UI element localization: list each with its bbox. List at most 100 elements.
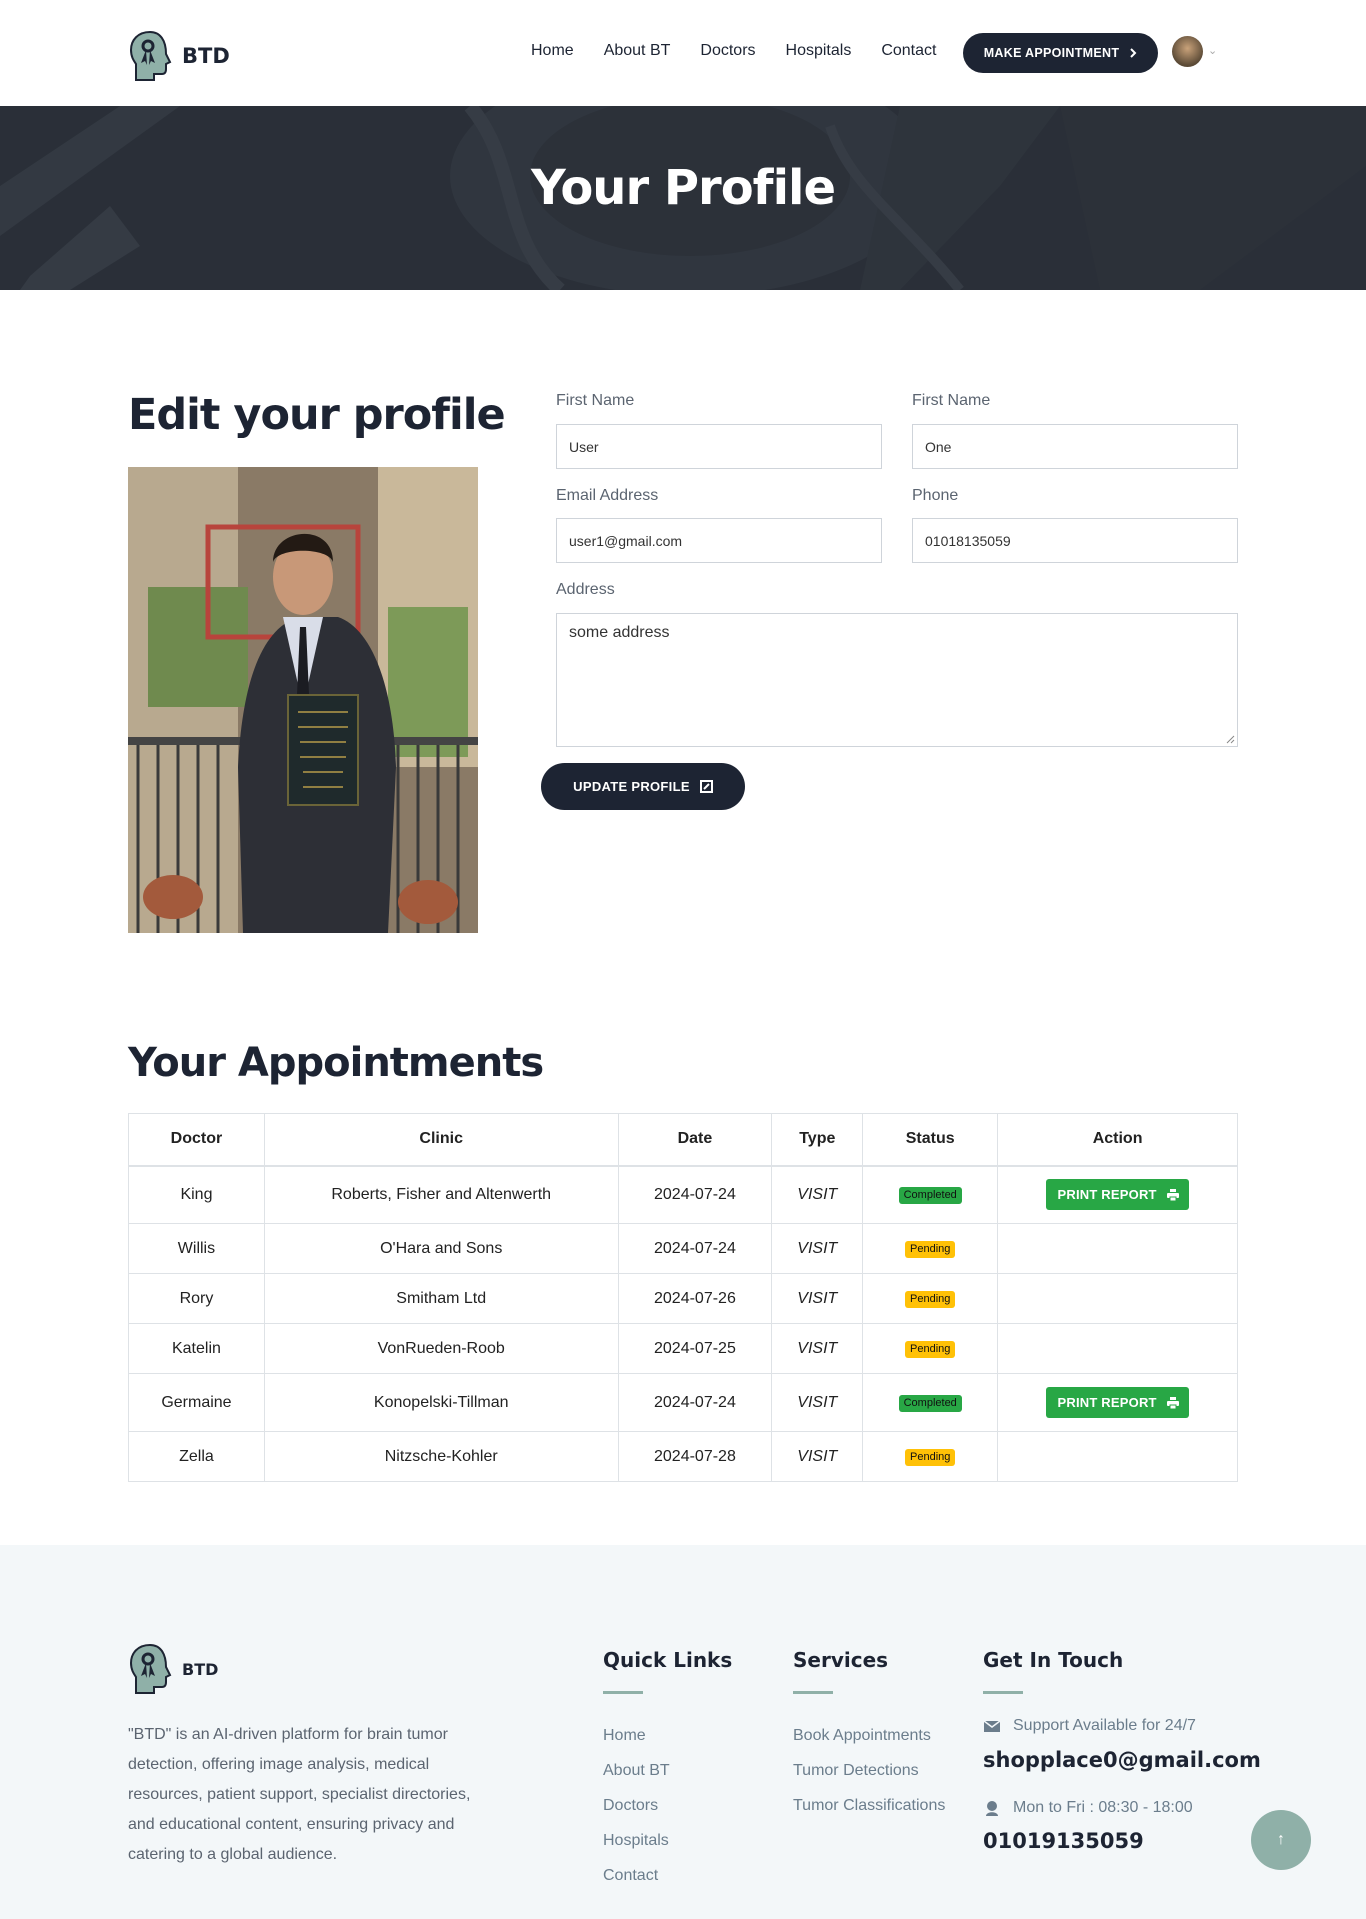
mail-icon [983,1719,1001,1732]
services-underline [793,1691,833,1694]
address-label: Address [556,581,615,598]
site-header: BTD Home About BT Doctors Hospitals Cont… [0,0,1366,106]
footer-link-doctors[interactable]: Doctors [603,1794,670,1817]
contact-email[interactable]: shopplace0@gmail.com [983,1748,1261,1772]
nav-hospitals[interactable]: Hospitals [786,42,852,60]
cell-doctor: King [128,1165,265,1224]
scroll-to-top-button[interactable]: ↑ [1251,1810,1311,1870]
phone-label: Phone [912,487,959,504]
printer-icon [1166,1188,1179,1201]
page-banner: Your Profile [0,106,1366,290]
cell-doctor: Rory [128,1273,265,1324]
chevron-right-icon [1130,48,1137,58]
hours-text: Mon to Fri : 08:30 - 18:00 [1013,1799,1193,1816]
footer-link-about[interactable]: About BT [603,1759,670,1782]
address-textarea[interactable]: some address [556,613,1238,747]
email-input[interactable]: user1@gmail.com [556,518,882,563]
first-name-input[interactable]: User [556,424,882,469]
print-report-label: PRINT REPORT [1057,1395,1157,1410]
phone-input[interactable]: 01018135059 [912,518,1238,563]
footer-brand-logo[interactable]: BTD [128,1643,218,1695]
main-nav: Home About BT Doctors Hospitals Contact [531,42,936,60]
column-header-action: Action [997,1113,1238,1167]
status-badge: Pending [905,1291,956,1308]
nav-doctors[interactable]: Doctors [700,42,755,60]
cell-type: VISIT [771,1165,864,1224]
footer-link-hospitals[interactable]: Hospitals [603,1829,670,1852]
footer-link-contact[interactable]: Contact [603,1864,670,1887]
update-profile-button[interactable]: UPDATE PROFILE [541,763,745,810]
print-report-button[interactable]: PRINT REPORT [1046,1179,1189,1211]
status-badge: Pending [905,1241,956,1258]
cell-action: PRINT REPORT [997,1373,1238,1432]
cell-doctor: Zella [128,1431,265,1482]
brand-logo[interactable]: BTD [128,30,230,82]
footer-link-home[interactable]: Home [603,1724,670,1747]
column-header-type: Type [771,1113,864,1167]
nav-contact[interactable]: Contact [881,42,936,60]
support-text: Support Available for 24/7 [1013,1717,1196,1734]
status-badge: Pending [905,1449,956,1466]
quick-links-underline [603,1691,643,1694]
table-row: Willis O'Hara and Sons 2024-07-24 VISIT … [128,1223,1238,1274]
column-header-date: Date [617,1113,773,1167]
contact-phone[interactable]: 01019135059 [983,1829,1144,1853]
arrow-up-icon: ↑ [1277,1831,1285,1848]
status-badge: Pending [905,1341,956,1358]
cell-date: 2024-07-25 [617,1323,773,1374]
cell-action [997,1223,1238,1274]
cell-date: 2024-07-28 [617,1431,773,1482]
user-avatar[interactable] [1172,36,1203,67]
nav-about[interactable]: About BT [604,42,671,60]
quick-links-title: Quick Links [603,1648,733,1672]
cell-type: VISIT [771,1273,864,1324]
cell-doctor: Katelin [128,1323,265,1374]
cell-doctor: Willis [128,1223,265,1274]
hours-line: Mon to Fri : 08:30 - 18:00 [983,1799,1193,1817]
printer-icon [1166,1396,1179,1409]
column-header-clinic: Clinic [263,1113,619,1167]
profile-photo [128,467,478,933]
services-list: Book Appointments Tumor Detections Tumor… [793,1724,945,1817]
headset-icon [986,1801,998,1816]
cell-date: 2024-07-26 [617,1273,773,1324]
cell-clinic: Smitham Ltd [263,1273,619,1324]
brain-ribbon-logo-icon [129,1643,172,1694]
address-value: some address [569,624,670,641]
table-row: Rory Smitham Ltd 2024-07-26 VISIT Pendin… [128,1273,1238,1324]
cell-date: 2024-07-24 [617,1373,773,1432]
status-badge: Completed [898,1395,962,1412]
first-name-label: First Name [556,392,635,409]
make-appointment-button[interactable]: MAKE APPOINTMENT [963,33,1158,73]
support-line: Support Available for 24/7 [983,1717,1196,1735]
services-title: Services [793,1648,889,1672]
appointments-heading: Your Appointments [128,1040,544,1086]
table-row: Germaine Konopelski-Tillman 2024-07-24 V… [128,1373,1238,1432]
resize-grip-icon[interactable] [1226,735,1235,744]
status-badge: Completed [898,1187,962,1205]
cell-date: 2024-07-24 [617,1223,773,1274]
footer-service-detections[interactable]: Tumor Detections [793,1759,945,1782]
cell-type: VISIT [771,1223,864,1274]
brain-ribbon-logo-icon [129,30,172,81]
cell-clinic: Nitzsche-Kohler [263,1431,619,1482]
print-report-label: PRINT REPORT [1057,1187,1157,1203]
cell-clinic: O'Hara and Sons [263,1223,619,1274]
cell-status: Pending [862,1431,999,1482]
footer-service-classifications[interactable]: Tumor Classifications [793,1794,945,1817]
cell-action [997,1273,1238,1324]
appointments-table: Doctor Clinic Date Type Status Action Ki… [128,1113,1238,1482]
quick-links-list: Home About BT Doctors Hospitals Contact [603,1724,670,1887]
contact-underline [983,1691,1023,1694]
footer-brand-name: BTD [182,1659,219,1679]
update-profile-label: UPDATE PROFILE [573,779,690,794]
cell-status: Pending [862,1273,999,1324]
cell-status: Pending [862,1223,999,1274]
cell-clinic: Roberts, Fisher and Altenwerth [263,1165,619,1224]
nav-home[interactable]: Home [531,42,574,60]
last-name-input[interactable]: One [912,424,1238,469]
footer-service-book[interactable]: Book Appointments [793,1724,945,1747]
cell-clinic: Konopelski-Tillman [263,1373,619,1432]
print-report-button[interactable]: PRINT REPORT [1046,1387,1189,1418]
chevron-down-icon[interactable]: ⌄ [1208,44,1217,57]
